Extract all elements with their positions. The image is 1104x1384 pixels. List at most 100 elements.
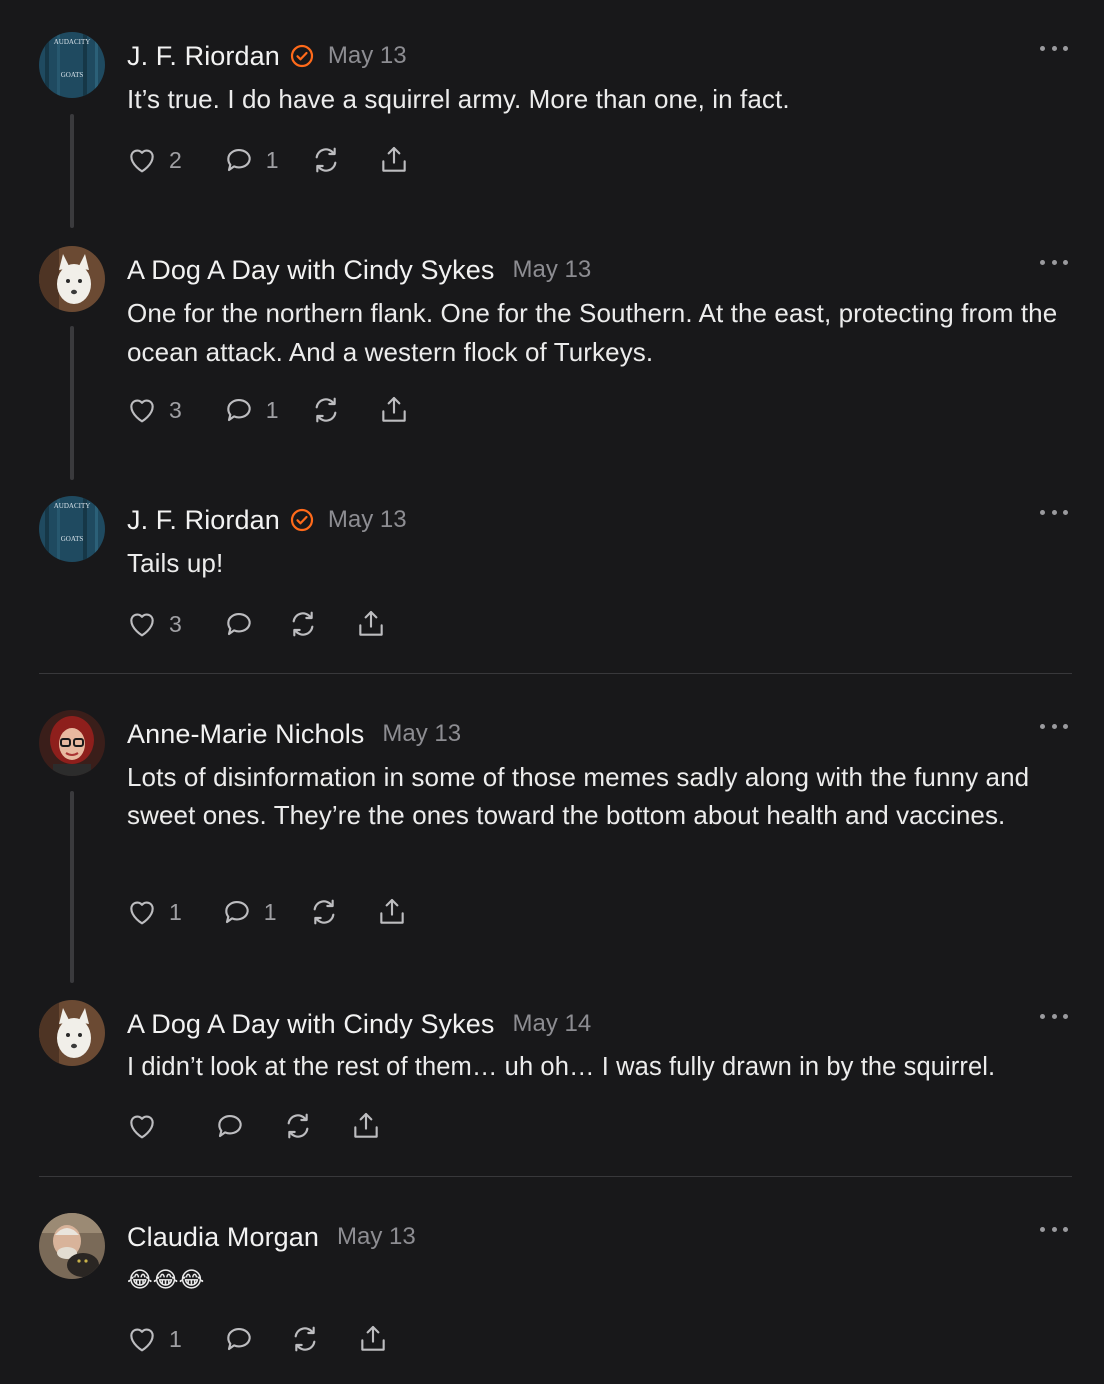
author-name[interactable]: J. F. Riordan <box>127 41 280 72</box>
avatar-subtitle: GOATS <box>61 71 84 79</box>
avatar[interactable] <box>39 1000 105 1066</box>
comment: A Dog A Day with Cindy Sykes May 13 One … <box>0 246 1104 482</box>
more-options-icon[interactable] <box>1040 1223 1068 1235</box>
avatar[interactable]: AUDACITY GOATS <box>39 32 105 98</box>
restack-button[interactable] <box>286 608 320 640</box>
verified-badge-icon <box>290 508 313 532</box>
reply-count: 1 <box>265 146 279 173</box>
more-options-icon[interactable] <box>1040 506 1068 518</box>
share-button[interactable] <box>377 394 411 426</box>
comment-header: J. F. Riordan May 13 <box>127 36 407 76</box>
reply-button[interactable] <box>222 608 256 640</box>
comment-date[interactable]: May 13 <box>512 256 591 284</box>
author-name[interactable]: A Dog A Day with Cindy Sykes <box>127 255 494 286</box>
restack-button[interactable] <box>309 144 343 176</box>
action-bar: 1 <box>125 1321 390 1357</box>
comment: Anne-Marie Nichols May 13 Lots of disinf… <box>0 710 1104 986</box>
avatar[interactable]: AUDACITY GOATS <box>39 496 105 562</box>
dog-avatar-icon <box>39 1000 105 1066</box>
reply-button[interactable]: 1 <box>222 394 279 426</box>
comment-header: A Dog A Day with Cindy Sykes May 14 <box>127 1004 591 1044</box>
restack-icon <box>292 611 314 637</box>
comment-header: A Dog A Day with Cindy Sykes May 13 <box>127 250 591 290</box>
heart-icon <box>130 1328 154 1352</box>
comment-date[interactable]: May 14 <box>512 1010 591 1038</box>
restack-icon <box>315 147 336 173</box>
author-name[interactable]: A Dog A Day with Cindy Sykes <box>127 1009 494 1040</box>
reply-count: 1 <box>265 396 279 423</box>
comment-text: It’s true. I do have a squirrel army. Mo… <box>127 84 790 114</box>
comment: Claudia Morgan May 13 😂😂😂 1 <box>0 1213 1104 1384</box>
comment: A Dog A Day with Cindy Sykes May 14 I di… <box>0 1000 1104 1160</box>
like-button[interactable]: 1 <box>125 1323 182 1355</box>
share-button[interactable] <box>377 144 411 176</box>
comment-text: One for the northern flank. One for the … <box>127 298 1058 367</box>
action-bar: 1 1 <box>125 894 409 930</box>
comment-date[interactable]: May 13 <box>382 720 461 748</box>
heart-icon <box>130 613 154 637</box>
like-button[interactable] <box>125 1110 159 1142</box>
avatar-subtitle: GOATS <box>61 535 84 543</box>
thread-line <box>70 114 74 228</box>
restack-icon <box>287 1113 309 1139</box>
like-button[interactable]: 1 <box>125 896 182 928</box>
comment-icon <box>227 399 251 422</box>
man-with-cat-avatar-icon <box>39 1213 105 1279</box>
comment-header: Anne-Marie Nichols May 13 <box>127 714 461 754</box>
avatar[interactable] <box>39 1213 105 1279</box>
author-name[interactable]: J. F. Riordan <box>127 505 280 536</box>
dog-avatar-icon <box>39 246 105 312</box>
restack-button[interactable] <box>281 1110 315 1142</box>
restack-button[interactable] <box>307 896 341 928</box>
comment-text: Lots of disinformation in some of those … <box>127 762 1030 830</box>
thread-divider <box>39 1176 1072 1177</box>
verified-badge-icon <box>290 44 313 68</box>
more-options-icon[interactable] <box>1040 720 1068 732</box>
restack-icon <box>294 1326 316 1352</box>
comment-date[interactable]: May 13 <box>328 506 407 534</box>
like-count: 2 <box>169 146 182 173</box>
thread-divider <box>39 673 1072 674</box>
book-cover-avatar-icon: AUDACITY GOATS <box>39 496 105 562</box>
comment-text: 😂😂😂 <box>127 1267 205 1292</box>
reply-button[interactable] <box>213 1110 247 1142</box>
avatar[interactable] <box>39 710 105 776</box>
action-bar <box>125 1108 383 1144</box>
comment-text: Tails up! <box>127 548 224 578</box>
comment-icon <box>218 1115 242 1138</box>
more-options-icon[interactable] <box>1040 256 1068 268</box>
share-icon <box>361 1325 385 1351</box>
reply-button[interactable]: 1 <box>222 144 279 176</box>
comment-text: I didn’t look at the rest of them… uh oh… <box>127 1053 996 1081</box>
heart-icon <box>130 399 154 423</box>
like-button[interactable]: 3 <box>125 394 182 426</box>
restack-icon <box>313 899 334 925</box>
comment: AUDACITY GOATS J. F. Riordan May 13 Tail… <box>0 496 1104 656</box>
comment-header: Claudia Morgan May 13 <box>127 1217 416 1257</box>
comment-date[interactable]: May 13 <box>328 42 407 70</box>
comment-header: J. F. Riordan May 13 <box>127 500 407 540</box>
share-button[interactable] <box>349 1110 383 1142</box>
restack-button[interactable] <box>288 1323 322 1355</box>
like-button[interactable]: 3 <box>125 608 182 640</box>
reply-button[interactable] <box>222 1323 256 1355</box>
share-icon <box>354 1112 378 1138</box>
heart-icon <box>130 1115 154 1139</box>
more-options-icon[interactable] <box>1040 42 1068 54</box>
author-name[interactable]: Claudia Morgan <box>127 1222 319 1253</box>
more-options-icon[interactable] <box>1040 1010 1068 1022</box>
restack-button[interactable] <box>309 394 343 426</box>
reply-button[interactable]: 1 <box>220 896 277 928</box>
comment-date[interactable]: May 13 <box>337 1223 416 1251</box>
avatar[interactable] <box>39 246 105 312</box>
like-count: 1 <box>169 898 182 925</box>
author-name[interactable]: Anne-Marie Nichols <box>127 719 364 750</box>
share-icon <box>359 610 383 636</box>
like-button[interactable]: 2 <box>125 144 182 176</box>
woman-avatar-icon <box>39 710 105 776</box>
share-button[interactable] <box>354 608 388 640</box>
share-button[interactable] <box>375 896 409 928</box>
action-bar: 2 1 <box>125 142 411 178</box>
like-count: 3 <box>169 610 182 637</box>
share-button[interactable] <box>356 1323 390 1355</box>
